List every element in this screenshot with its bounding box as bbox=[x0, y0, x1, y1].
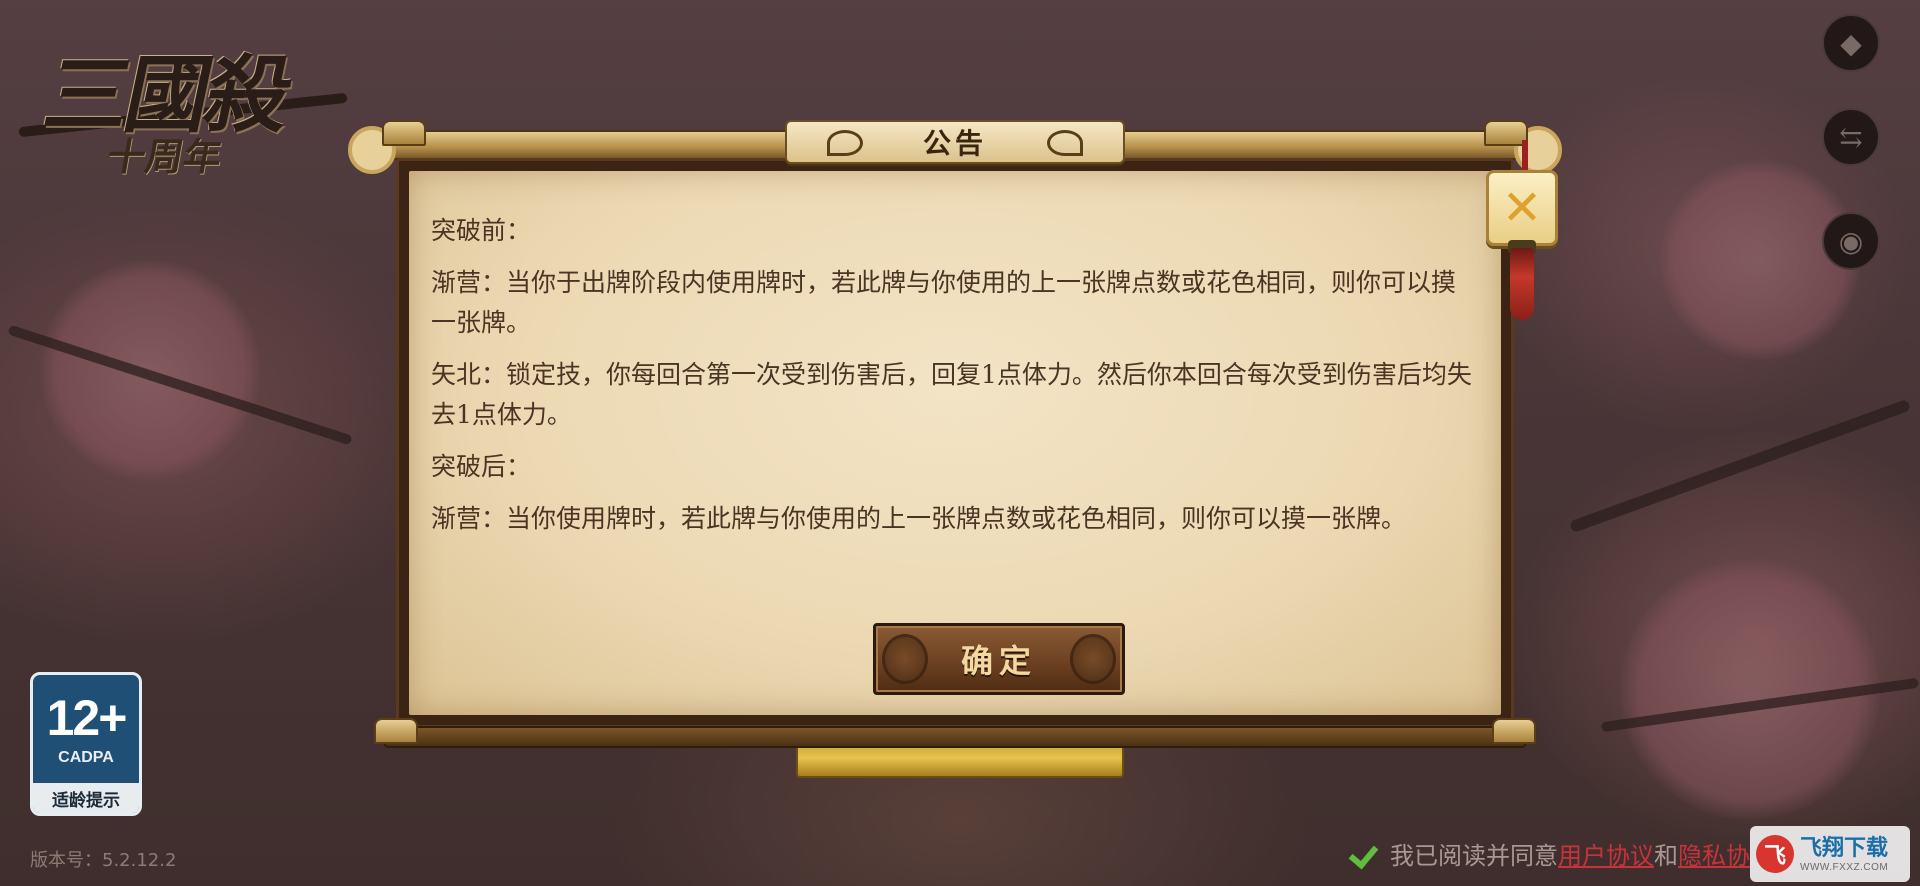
side-button-switch[interactable]: ⇆ bbox=[1814, 100, 1888, 174]
switch-icon: ⇆ bbox=[1822, 108, 1880, 166]
watermark-logo-icon: 飞 bbox=[1756, 835, 1794, 873]
button-ornament bbox=[882, 634, 928, 684]
agreement-prefix: 我已阅读并同意 bbox=[1390, 842, 1558, 870]
music-icon: ◆ bbox=[1822, 14, 1880, 72]
watermark: 飞 飞翔下载 WWW.FXXZ.COM bbox=[1750, 826, 1910, 882]
eye-icon: ◉ bbox=[1822, 212, 1880, 270]
close-icon: ✕ bbox=[1501, 180, 1543, 236]
game-logo: 三國殺 十周年 bbox=[18, 18, 358, 179]
dialog-bottom-rail bbox=[384, 726, 1526, 748]
watermark-url: WWW.FXXZ.COM bbox=[1800, 861, 1889, 873]
swirl-ornament bbox=[1047, 130, 1083, 156]
close-control: ✕ bbox=[1486, 140, 1566, 340]
checkmark-icon[interactable] bbox=[1350, 839, 1380, 869]
swirl-ornament bbox=[827, 130, 863, 156]
close-cord bbox=[1522, 140, 1528, 170]
user-agreement-link[interactable]: 用户协议 bbox=[1558, 836, 1654, 871]
corner-ornament bbox=[1492, 718, 1536, 744]
tassel-decoration bbox=[1510, 248, 1534, 320]
button-ornament bbox=[1070, 634, 1116, 684]
side-button-eye[interactable]: ◉ bbox=[1814, 204, 1888, 278]
content-paragraph: 突破后： bbox=[431, 452, 532, 481]
confirm-label: 确定 bbox=[960, 642, 1037, 680]
content-paragraph: 突破前： bbox=[431, 216, 532, 245]
announcement-dialog: 突破前： 渐营：当你于出牌阶段内使用牌时，若此牌与你使用的上一张牌点数或花色相同… bbox=[348, 120, 1562, 750]
age-rating-number: 12+ bbox=[46, 690, 128, 746]
content-paragraph: 渐营：当你于出牌阶段内使用牌时，若此牌与你使用的上一张牌点数或花色相同，则你可以… bbox=[431, 268, 1457, 337]
dialog-title-plaque: 公告 bbox=[785, 120, 1125, 164]
age-rating-badge[interactable]: 12+ CADPA 适龄提示 bbox=[30, 672, 142, 816]
dialog-title: 公告 bbox=[922, 127, 987, 160]
agreement-row: 我已阅读并同意 用户协议 和 隐私协 bbox=[1350, 836, 1750, 871]
age-rating-org: CADPA bbox=[58, 749, 114, 766]
corner-ornament bbox=[382, 120, 426, 146]
announcement-content[interactable]: 突破前： 渐营：当你于出牌阶段内使用牌时，若此牌与你使用的上一张牌点数或花色相同… bbox=[431, 205, 1477, 625]
agreement-conj: 和 bbox=[1654, 842, 1678, 870]
side-button-music[interactable]: ◆ bbox=[1814, 6, 1888, 80]
privacy-agreement-link[interactable]: 隐私协 bbox=[1678, 836, 1750, 871]
close-button[interactable]: ✕ bbox=[1486, 170, 1558, 246]
confirm-button[interactable]: 确定 bbox=[873, 623, 1125, 695]
watermark-name: 飞翔下载 bbox=[1800, 835, 1889, 861]
content-paragraph: 矢北：锁定技，你每回合第一次受到伤害后，回复1点体力。然后你本回合每次受到伤害后… bbox=[431, 360, 1472, 429]
dialog-paper: 突破前： 渐营：当你于出牌阶段内使用牌时，若此牌与你使用的上一张牌点数或花色相同… bbox=[409, 171, 1501, 715]
content-paragraph: 渐营：当你使用牌时，若此牌与你使用的上一张牌点数或花色相同，则你可以摸一张牌。 bbox=[431, 504, 1407, 533]
corner-ornament bbox=[374, 718, 418, 744]
dialog-frame: 突破前： 渐营：当你于出牌阶段内使用牌时，若此牌与你使用的上一张牌点数或花色相同… bbox=[396, 158, 1514, 728]
age-rating-tip: 适龄提示 bbox=[33, 783, 139, 813]
version-number: 版本号：5.2.12.2 bbox=[30, 850, 177, 871]
logo-subtitle: 十周年 bbox=[103, 134, 226, 179]
